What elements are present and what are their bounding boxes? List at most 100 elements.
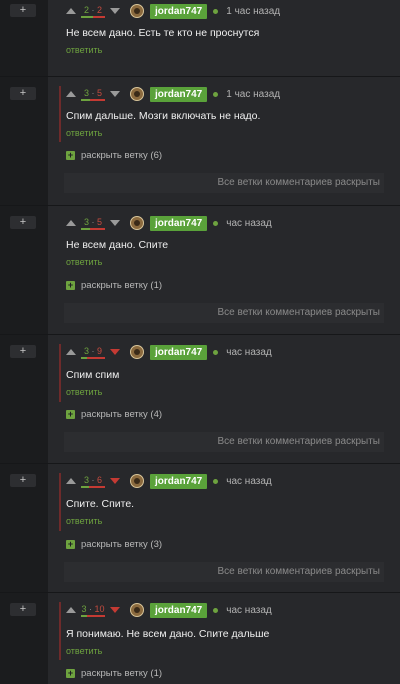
username[interactable]: jordan747: [150, 602, 208, 618]
reply-link[interactable]: ответить: [66, 646, 102, 656]
expand-thread[interactable]: + раскрыть ветку (1): [66, 668, 162, 679]
timestamp: час назад: [226, 217, 272, 229]
rating: 3 · 6: [81, 475, 105, 488]
timestamp: 1 час назад: [226, 88, 281, 100]
username[interactable]: jordan747: [150, 86, 208, 102]
all-branches-open-notice: Все ветки комментариев раскрыты: [64, 173, 384, 193]
avatar[interactable]: [130, 345, 144, 359]
collapse-button[interactable]: +: [10, 87, 36, 100]
username[interactable]: jordan747: [150, 344, 208, 360]
rating-bar: [81, 15, 105, 18]
rating: 3 · 5: [81, 88, 105, 101]
rating-minus: 5: [97, 87, 103, 98]
avatar[interactable]: [130, 4, 144, 18]
divider: [0, 463, 400, 464]
thread-line[interactable]: [59, 344, 61, 402]
avatar[interactable]: [130, 474, 144, 488]
online-status-icon: [213, 478, 219, 484]
timestamp: час назад: [226, 604, 272, 616]
plus-icon: +: [66, 409, 75, 419]
rating-minus: 2: [97, 4, 103, 15]
downvote-icon[interactable]: [110, 349, 120, 355]
all-branches-open-notice: Все ветки комментариев раскрыты: [64, 303, 384, 323]
rating-minus: 6: [97, 474, 103, 485]
left-gutter: [0, 0, 48, 684]
thread-line[interactable]: [59, 602, 61, 660]
downvote-icon[interactable]: [110, 91, 120, 97]
online-status-icon: [213, 607, 219, 613]
downvote-icon[interactable]: [110, 478, 120, 484]
expand-thread-label: раскрыть ветку (4): [81, 409, 163, 420]
avatar[interactable]: [130, 216, 144, 230]
rating-minus: 10: [94, 603, 105, 614]
upvote-icon[interactable]: [66, 607, 76, 613]
online-status-icon: [213, 8, 219, 14]
expand-thread-label: раскрыть ветку (3): [81, 539, 163, 550]
plus-icon: +: [66, 150, 75, 160]
collapse-button[interactable]: +: [10, 216, 36, 229]
comment-header: 2 · 2 jordan747 1 час назад: [66, 3, 280, 19]
expand-thread[interactable]: + раскрыть ветку (1): [66, 280, 162, 291]
upvote-icon[interactable]: [66, 478, 76, 484]
comment-text: Не всем дано. Есть те кто не проснутся: [66, 27, 260, 39]
timestamp: 1 час назад: [226, 5, 281, 17]
comment-header: 3 · 5 jordan747 час назад: [66, 215, 272, 231]
rating: 2 · 2: [81, 5, 105, 18]
expand-thread-label: раскрыть ветку (6): [81, 150, 163, 161]
timestamp: час назад: [226, 475, 272, 487]
reply-link[interactable]: ответить: [66, 128, 102, 138]
avatar[interactable]: [130, 603, 144, 617]
username[interactable]: jordan747: [150, 3, 208, 19]
downvote-icon[interactable]: [110, 8, 120, 14]
comment-header: 3 · 9 jordan747 час назад: [66, 344, 272, 360]
reply-link[interactable]: ответить: [66, 257, 102, 267]
comment-text: Спите. Спите.: [66, 498, 135, 510]
username[interactable]: jordan747: [150, 473, 208, 489]
collapse-button[interactable]: +: [10, 4, 36, 17]
upvote-icon[interactable]: [66, 91, 76, 97]
rating-minus: 9: [97, 345, 103, 356]
plus-icon: +: [66, 280, 75, 290]
upvote-icon[interactable]: [66, 8, 76, 14]
rating: 3 · 10: [81, 604, 105, 617]
expand-thread-label: раскрыть ветку (1): [81, 280, 163, 291]
downvote-icon[interactable]: [110, 220, 120, 226]
rating-bar: [81, 98, 105, 101]
thread-line[interactable]: [59, 473, 61, 531]
rating: 3 · 9: [81, 346, 105, 359]
rating-bar: [81, 485, 105, 488]
rating-bar: [81, 227, 105, 230]
comment-text: Спим дальше. Мозги включать не надо.: [66, 110, 261, 122]
comment-text: Я понимаю. Не всем дано. Спите дальше: [66, 628, 270, 640]
all-branches-open-notice: Все ветки комментариев раскрыты: [64, 562, 384, 582]
reply-link[interactable]: ответить: [66, 516, 102, 526]
expand-thread[interactable]: + раскрыть ветку (4): [66, 409, 162, 420]
collapse-button[interactable]: +: [10, 603, 36, 616]
avatar[interactable]: [130, 87, 144, 101]
thread-line[interactable]: [59, 86, 61, 142]
online-status-icon: [213, 91, 219, 97]
rating: 3 · 5: [81, 217, 105, 230]
expand-thread-label: раскрыть ветку (1): [81, 668, 163, 679]
expand-thread[interactable]: + раскрыть ветку (3): [66, 539, 162, 550]
online-status-icon: [213, 220, 219, 226]
comment-header: 3 · 10 jordan747 час назад: [66, 602, 272, 618]
rating-minus: 5: [97, 216, 103, 227]
expand-thread[interactable]: + раскрыть ветку (6): [66, 150, 162, 161]
collapse-button[interactable]: +: [10, 474, 36, 487]
downvote-icon[interactable]: [110, 607, 120, 613]
rating-bar: [81, 356, 105, 359]
divider: [0, 334, 400, 335]
divider: [0, 205, 400, 206]
comment-header: 3 · 5 jordan747 1 час назад: [66, 86, 280, 102]
comment-text: Не всем дано. Спите: [66, 239, 169, 251]
all-branches-open-notice: Все ветки комментариев раскрыты: [64, 432, 384, 452]
collapse-button[interactable]: +: [10, 345, 36, 358]
reply-link[interactable]: ответить: [66, 387, 102, 397]
comment-header: 3 · 6 jordan747 час назад: [66, 473, 272, 489]
username[interactable]: jordan747: [150, 215, 208, 231]
reply-link[interactable]: ответить: [66, 45, 102, 55]
upvote-icon[interactable]: [66, 220, 76, 226]
upvote-icon[interactable]: [66, 349, 76, 355]
plus-icon: +: [66, 668, 75, 678]
